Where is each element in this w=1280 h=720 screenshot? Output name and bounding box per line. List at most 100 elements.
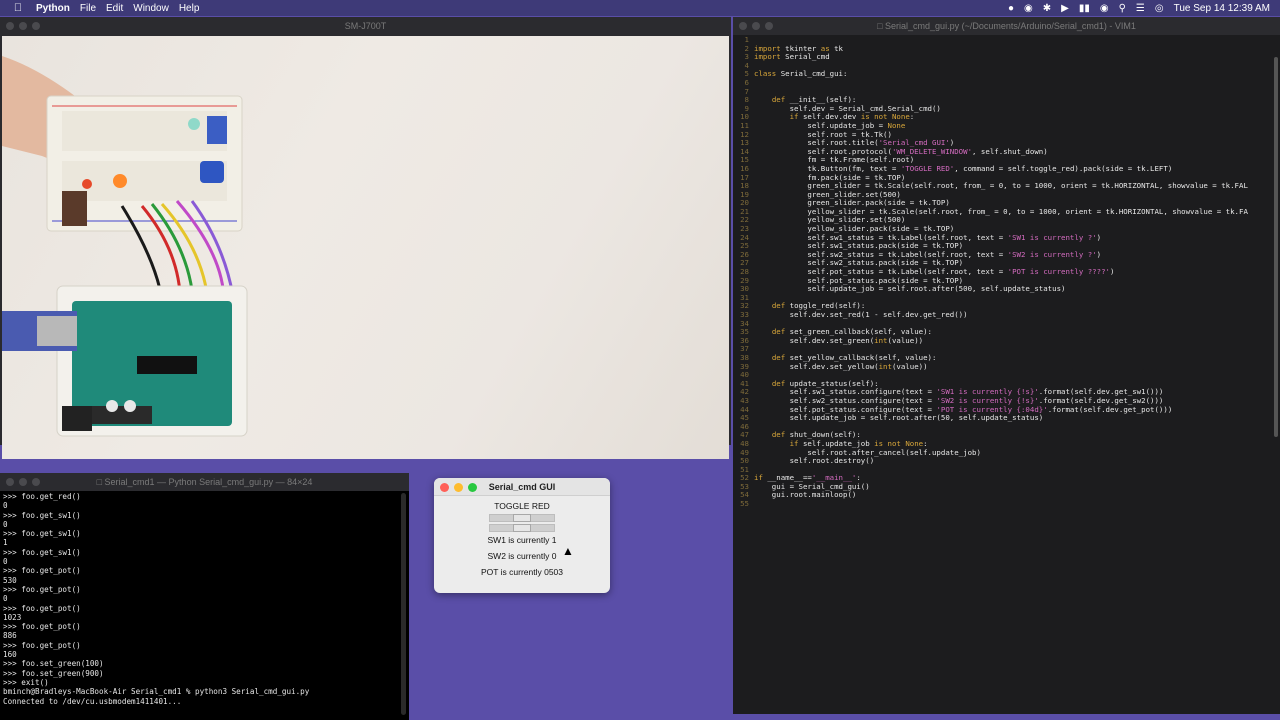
terminal-line: 0	[3, 519, 8, 529]
menu-edit[interactable]: Edit	[106, 3, 133, 14]
file-icon: □	[877, 21, 886, 31]
search-icon[interactable]: ⚲	[1119, 3, 1126, 14]
yellow-slider-thumb[interactable]	[513, 524, 531, 532]
line-number: 55	[740, 499, 749, 509]
vim-window-title: □ Serial_cmd_gui.py (~/Documents/Arduino…	[733, 21, 1280, 31]
code-token: self.dev.set_yellow(	[754, 361, 879, 371]
code-token: self.dev.set_green(	[754, 335, 875, 345]
terminal-line: >>> exit()	[3, 677, 49, 687]
close-icon[interactable]	[6, 22, 14, 30]
status-area: ● ◉ ✱ ▶ ▮▮ ◉ ⚲ ☰ ◎ Tue Sep 14 12:39 AM	[1008, 3, 1280, 14]
zoom-icon[interactable]	[32, 478, 40, 486]
line-number: 4	[744, 60, 749, 70]
menu-bar:  Python File Edit Window Help ● ◉ ✱ ▶ ▮…	[0, 0, 1280, 16]
vim-window: □ Serial_cmd_gui.py (~/Documents/Arduino…	[733, 17, 1280, 714]
line-number: 8	[744, 95, 749, 105]
terminal-output[interactable]: >>> foo.get_red() 0 >>> foo.get_sw1() 0 >>> …	[3, 492, 398, 716]
zoom-icon[interactable]	[468, 483, 477, 492]
yellow-slider[interactable]	[489, 524, 555, 532]
pot-status-label: POT is currently 0503	[480, 567, 564, 577]
code-token: 'SW1 is currently ?'	[1007, 232, 1097, 242]
code-line[interactable]: 50 self.root.destroy()	[733, 456, 1280, 466]
line-number: 3	[744, 52, 749, 62]
code-token: self.update_job = self.root.after(500, s…	[754, 284, 1066, 294]
vim-scrollbar[interactable]	[1274, 57, 1278, 437]
terminal-line: >>> foo.get_sw1()	[3, 510, 81, 520]
siri-icon[interactable]: ◎	[1155, 3, 1164, 14]
code-token: )	[1096, 232, 1102, 242]
terminal-title-label: Serial_cmd1 — Python Serial_cmd_gui.py —…	[104, 477, 313, 487]
sw1-status-label: SW1 is currently 1	[487, 535, 557, 545]
code-line[interactable]: 55	[733, 499, 1280, 509]
minimize-icon[interactable]	[19, 478, 27, 486]
green-slider-thumb[interactable]	[513, 514, 531, 522]
terminal-line: 886	[3, 631, 17, 641]
vim-titlebar[interactable]: □ Serial_cmd_gui.py (~/Documents/Arduino…	[733, 17, 1280, 35]
code-token: )	[1096, 249, 1102, 259]
terminal-titlebar[interactable]: □ Serial_cmd1 — Python Serial_cmd_gui.py…	[0, 473, 409, 491]
minimize-icon[interactable]	[752, 22, 760, 30]
camera-window: SM-J700T	[0, 17, 731, 459]
code-line[interactable]: 6	[733, 78, 1280, 88]
camera-titlebar[interactable]: SM-J700T	[0, 17, 731, 35]
code-token: tk	[829, 43, 844, 53]
code-line[interactable]: 39 self.dev.set_yellow(int(value))	[733, 361, 1280, 372]
code-line[interactable]: 45 self.update_job = self.root.after(50,…	[733, 413, 1280, 423]
terminal-line: >>> foo.get_pot()	[3, 622, 81, 632]
zoom-icon[interactable]	[765, 22, 773, 30]
code-token: 'SW2 is currently ?'	[1007, 249, 1097, 259]
menu-app-name[interactable]: Python	[36, 3, 80, 14]
terminal-line: >>> foo.get_pot()	[3, 640, 81, 650]
zoom-icon[interactable]	[32, 22, 40, 30]
code-token: import	[754, 52, 781, 62]
line-number: 1	[744, 36, 749, 44]
tk-content: TOGGLE RED SW1 is currently 1 SW2 is cur…	[434, 496, 610, 580]
code-text: self.update_job = self.root.after(500, s…	[754, 284, 1066, 294]
terminal-line: 160	[3, 650, 17, 660]
code-token: int	[878, 361, 892, 371]
menu-file[interactable]: File	[80, 3, 106, 14]
terminal-scrollbar[interactable]	[401, 493, 406, 715]
code-text: self.update_job = self.root.after(50, se…	[754, 413, 1044, 423]
folder-icon: □	[96, 477, 105, 487]
close-icon[interactable]	[6, 478, 14, 486]
close-icon[interactable]	[739, 22, 747, 30]
code-token: , self.shut_down)	[972, 146, 1048, 156]
tk-titlebar[interactable]: Serial_cmd GUI	[434, 478, 610, 496]
code-line[interactable]: 5 class Serial_cmd_gui:	[733, 70, 1280, 79]
code-line[interactable]: 54 gui.root.mainloop()	[733, 491, 1280, 500]
wifi-icon[interactable]: ◉	[1100, 3, 1109, 14]
menu-help[interactable]: Help	[179, 3, 210, 14]
code-token: gui.root.mainloop()	[754, 490, 857, 500]
vim-title-label: Serial_cmd_gui.py (~/Documents/Arduino/S…	[885, 21, 1136, 31]
code-token: Serial_cmd	[780, 52, 830, 62]
terminal-line: >>> foo.set_green(100)	[3, 659, 104, 669]
code-token: Serial_cmd_gui:	[776, 69, 848, 79]
toggle-red-button[interactable]: TOGGLE RED	[494, 499, 550, 512]
user-icon[interactable]: ●	[1008, 3, 1014, 14]
battery-icon[interactable]: ▮▮	[1079, 3, 1090, 14]
close-icon[interactable]	[440, 483, 449, 492]
code-text: self.dev.set_green(int(value))	[754, 335, 924, 346]
apple-menu-icon[interactable]: 	[0, 2, 36, 14]
code-text: gui.root.mainloop()	[754, 490, 857, 500]
minimize-icon[interactable]	[454, 483, 463, 492]
play-icon[interactable]: ▶	[1061, 3, 1069, 14]
control-center-icon[interactable]: ☰	[1136, 3, 1145, 14]
bluetooth-icon[interactable]: ✱	[1043, 3, 1051, 14]
code-line[interactable]: 33 self.dev.set_red(1 - self.dev.get_red…	[733, 310, 1280, 320]
terminal-line: >>> foo.get_sw1()	[3, 529, 81, 539]
code-line[interactable]: 3 import Serial_cmd	[733, 52, 1280, 62]
minimize-icon[interactable]	[19, 22, 27, 30]
code-text: self.root.destroy()	[754, 456, 875, 466]
mouse-cursor-icon: ▲	[562, 544, 574, 558]
code-line[interactable]: 36 self.dev.set_green(int(value))	[733, 335, 1280, 346]
record-icon[interactable]: ◉	[1024, 3, 1033, 14]
code-editor[interactable]: 1 2 import tkinter as tk 3 import Serial_cmd…	[733, 36, 1280, 712]
terminal-line: >>> foo.get_pot()	[3, 566, 81, 576]
breadboard-photo	[2, 56, 248, 437]
menu-clock[interactable]: Tue Sep 14 12:39 AM	[1174, 3, 1270, 14]
green-slider[interactable]	[489, 514, 555, 522]
menu-window[interactable]: Window	[133, 3, 179, 14]
code-line[interactable]: 30 self.update_job = self.root.after(500…	[733, 284, 1280, 294]
